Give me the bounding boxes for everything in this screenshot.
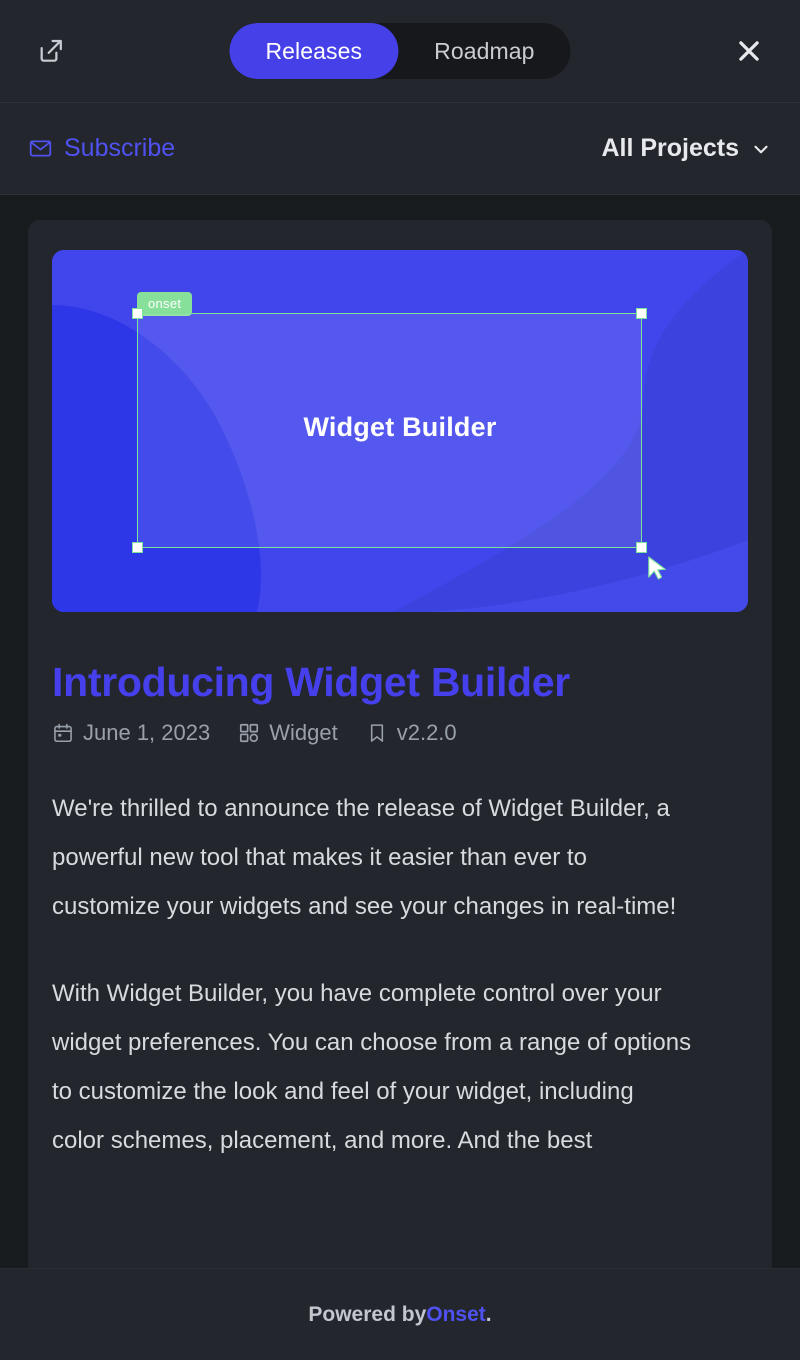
close-icon bbox=[739, 41, 759, 61]
open-external-button[interactable] bbox=[28, 28, 74, 74]
tab-roadmap[interactable]: Roadmap bbox=[398, 23, 570, 79]
sub-bar: Subscribe All Projects bbox=[0, 103, 800, 195]
cursor-arrow-icon bbox=[648, 556, 666, 580]
selection-handle-bottom-left[interactable] bbox=[132, 542, 143, 553]
release-version: v2.2.0 bbox=[366, 720, 457, 746]
release-hero-image: onset Widget Builder bbox=[52, 250, 748, 612]
release-paragraph: With Widget Builder, you have complete c… bbox=[52, 980, 692, 1155]
chevron-down-icon bbox=[754, 145, 768, 153]
close-button[interactable] bbox=[726, 28, 772, 74]
bookmark-icon bbox=[370, 724, 383, 743]
release-category: Widget bbox=[238, 720, 338, 746]
release-meta: June 1, 2023 Widget v2.2.0 bbox=[52, 720, 748, 746]
release-paragraph: We're thrilled to announce the release o… bbox=[52, 795, 677, 921]
selection-handle-bottom-right[interactable] bbox=[636, 542, 647, 553]
release-version-label: v2.2.0 bbox=[396, 720, 457, 746]
view-tabs: Releases Roadmap bbox=[229, 23, 571, 79]
selection-handle-top-left[interactable] bbox=[132, 308, 143, 319]
external-link-icon bbox=[40, 39, 62, 62]
tab-releases[interactable]: Releases bbox=[229, 23, 399, 79]
mail-icon bbox=[29, 140, 52, 157]
calendar-icon bbox=[54, 724, 72, 743]
selection-handle-top-right[interactable] bbox=[636, 308, 647, 319]
hero-title: Widget Builder bbox=[303, 412, 497, 442]
footer-bar: Powered by Onset. bbox=[0, 1268, 800, 1360]
subscribe-button[interactable]: Subscribe bbox=[28, 134, 175, 163]
release-category-label: Widget bbox=[269, 720, 338, 746]
release-card: onset Widget Builder Introducing Widget … bbox=[28, 220, 772, 1360]
footer-prefix: Powered by bbox=[308, 1302, 427, 1326]
grid-icon bbox=[240, 724, 259, 743]
release-date: June 1, 2023 bbox=[52, 720, 210, 746]
footer-brand-link[interactable]: Onset bbox=[426, 1303, 486, 1327]
project-filter-dropdown[interactable]: All Projects bbox=[601, 134, 772, 163]
subscribe-label: Subscribe bbox=[64, 134, 176, 162]
release-date-label: June 1, 2023 bbox=[83, 720, 211, 746]
release-title: Introducing Widget Builder bbox=[52, 659, 570, 705]
project-filter-label: All Projects bbox=[601, 134, 739, 162]
footer-suffix: . bbox=[485, 1302, 492, 1326]
content-scroll-area[interactable]: onset Widget Builder Introducing Widget … bbox=[0, 196, 800, 1360]
top-bar: Releases Roadmap bbox=[0, 0, 800, 103]
